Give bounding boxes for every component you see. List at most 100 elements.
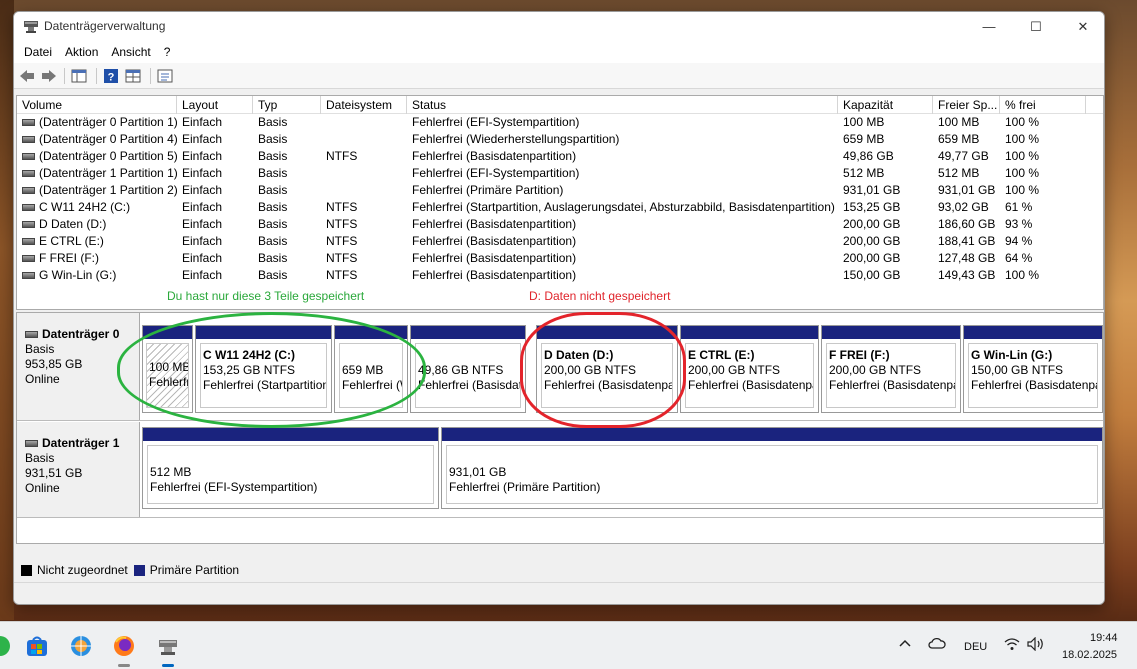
cell-dateisystem: NTFS <box>326 234 358 248</box>
column-freier-speicher[interactable]: Freier Sp... <box>933 96 1000 114</box>
menu-help[interactable]: ? <box>164 45 171 59</box>
volume-row[interactable]: (Datenträger 0 Partition 5) Einfach Basis N… <box>17 148 1103 165</box>
disk-icon <box>25 440 38 447</box>
column-typ[interactable]: Typ <box>253 96 321 114</box>
cell-typ: Basis <box>258 132 288 146</box>
column-dateisystem[interactable]: Dateisystem <box>321 96 407 114</box>
volume-row[interactable]: F FREI (F:) Einfach Basis NTFS Fehlerfrei (B… <box>17 250 1103 267</box>
volume-row[interactable]: (Datenträger 0 Partition 1) Einfach Basis F… <box>17 114 1103 131</box>
cell-status: Fehlerfrei (EFI-Systempartition) <box>412 115 580 129</box>
legend: Nicht zugeordnet Primäre Partition <box>16 560 1104 580</box>
cell-status: Fehlerfrei (Startpartition, Auslagerungs… <box>412 200 835 214</box>
volume-row[interactable]: (Datenträger 1 Partition 2) Einfach Basis F… <box>17 182 1103 199</box>
cell-dateisystem <box>321 131 407 148</box>
firefox-icon[interactable] <box>112 634 136 658</box>
menu-ansicht[interactable]: Ansicht <box>111 45 150 59</box>
show-hidden-icons-chevron-icon[interactable] <box>899 636 911 651</box>
svg-text:?: ? <box>108 72 115 84</box>
close-button[interactable]: ✕ <box>1060 12 1104 41</box>
cell-kapazitaet: 153,25 GB <box>843 200 901 214</box>
disk-1-state: Online <box>25 481 60 495</box>
partition-status: Fehlerfrei (EFI-Systempartition) <box>150 480 318 494</box>
cell-layout: Einfach <box>182 132 223 146</box>
volume-row[interactable]: G Win-Lin (G:) Einfach Basis NTFS Fehlerfrei… <box>17 267 1103 284</box>
disk-0-partition-e[interactable]: E CTRL (E:) 200,00 GB NTFS Fehlerfrei (B… <box>680 325 819 413</box>
disk-1-partition-2[interactable]: 931,01 GB Fehlerfrei (Primäre Partition) <box>441 427 1103 509</box>
back-button[interactable] <box>18 67 36 85</box>
cell-prozent-frei: 100 % <box>1005 115 1040 129</box>
disk-1-size: 931,51 GB <box>25 466 83 480</box>
cell-typ: Basis <box>258 115 288 129</box>
cell-volume: (Datenträger 0 Partition 1) <box>17 114 177 131</box>
cell-prozent-frei: 94 % <box>1005 234 1033 248</box>
cell-volume: (Datenträger 1 Partition 1) <box>17 165 177 182</box>
volume-name: (Datenträger 0 Partition 5) <box>39 149 177 163</box>
help-button[interactable]: ? <box>102 67 120 85</box>
cell-status: Fehlerfrei (Primäre Partition) <box>412 183 564 197</box>
clock-time[interactable]: 19:44 <box>1090 632 1118 644</box>
cell-typ: Basis <box>258 234 288 248</box>
disk-0-partition-g[interactable]: G Win-Lin (G:) 150,00 GB NTFS Fehlerfrei… <box>963 325 1103 413</box>
taskbar-green-icon[interactable] <box>0 634 12 658</box>
title-bar: Datenträgerverwaltung — ☐ ✕ <box>14 12 1104 41</box>
volume-row[interactable]: E CTRL (E:) Einfach Basis NTFS Fehlerfrei (B… <box>17 233 1103 250</box>
column-volume[interactable]: Volume <box>17 96 177 114</box>
list-view-button[interactable] <box>156 67 174 85</box>
menu-datei[interactable]: Datei <box>24 45 52 59</box>
menu-bar: Datei Aktion Ansicht ? <box>14 41 1104 63</box>
list-view-icon <box>157 69 173 83</box>
disk-1-partition-1[interactable]: 512 MB Fehlerfrei (EFI-Systempartition) <box>142 427 439 509</box>
cell-freier-speicher: 931,01 GB <box>938 183 996 197</box>
globe-app-icon[interactable] <box>69 634 93 658</box>
volume-row[interactable]: (Datenträger 1 Partition 1) Einfach Basis F… <box>17 165 1103 182</box>
onedrive-cloud-icon[interactable] <box>928 637 946 652</box>
cell-status: Fehlerfrei (EFI-Systempartition) <box>412 166 580 180</box>
cell-dateisystem <box>321 165 407 182</box>
language-indicator[interactable]: DEU <box>964 641 987 653</box>
minimize-button[interactable]: — <box>966 12 1012 41</box>
cell-prozent-frei: 61 % <box>1005 200 1033 214</box>
cell-typ: Basis <box>258 166 288 180</box>
volume-drive-icon <box>22 272 35 279</box>
column-prozent-frei[interactable]: % frei <box>1000 96 1086 114</box>
cell-kapazitaet: 200,00 GB <box>843 234 901 248</box>
cell-layout: Einfach <box>182 251 223 265</box>
partition-size: 931,01 GB <box>449 465 507 479</box>
volume-row[interactable]: D Daten (D:) Einfach Basis NTFS Fehlerfrei (… <box>17 216 1103 233</box>
disk-0-partition-f[interactable]: F FREI (F:) 200,00 GB NTFS Fehlerfrei (B… <box>821 325 961 413</box>
show-hide-tree-button[interactable] <box>70 67 88 85</box>
cell-layout: Einfach <box>182 217 223 231</box>
volume-name: E CTRL (E:) <box>39 234 104 248</box>
properties-button[interactable] <box>124 67 142 85</box>
volume-speaker-icon[interactable] <box>1027 636 1045 654</box>
properties-icon <box>125 69 141 83</box>
column-layout[interactable]: Layout <box>177 96 253 114</box>
volume-rows: (Datenträger 0 Partition 1) Einfach Basis F… <box>17 114 1103 284</box>
wifi-icon[interactable] <box>1004 637 1020 654</box>
maximize-button[interactable]: ☐ <box>1013 12 1059 41</box>
volume-name: D Daten (D:) <box>39 217 107 231</box>
cell-typ: Basis <box>258 268 288 282</box>
column-status[interactable]: Status <box>407 96 838 114</box>
partition-status: Fehlerfrei (Basisdatenpartition) <box>971 378 1097 392</box>
disk-management-taskbar-icon[interactable] <box>156 634 180 658</box>
disk-0-partition-5[interactable]: 49,86 GB NTFS Fehlerfrei (Basisdatenpart… <box>410 325 526 413</box>
cell-kapazitaet: 659 MB <box>843 132 885 146</box>
cell-status: Fehlerfrei (Basisdatenpartition) <box>412 149 577 163</box>
partition-size: 512 MB <box>150 465 192 479</box>
menu-aktion[interactable]: Aktion <box>65 45 98 59</box>
disk-1-info[interactable]: Datenträger 1 Basis 931,51 GB Online <box>17 422 140 517</box>
cell-status: Fehlerfrei (Basisdatenpartition) <box>412 217 577 231</box>
forward-button[interactable] <box>40 67 58 85</box>
cell-volume: D Daten (D:) <box>17 216 177 233</box>
store-icon[interactable] <box>25 634 49 658</box>
column-kapazitaet[interactable]: Kapazität <box>838 96 933 114</box>
volume-row[interactable]: C W11 24H2 (C:) Einfach Basis NTFS Fehlerfre… <box>17 199 1103 216</box>
volume-row[interactable]: (Datenträger 0 Partition 4) Einfach Basis F… <box>17 131 1103 148</box>
toolbar-separator <box>150 68 151 84</box>
cell-freier-speicher: 100 MB <box>938 115 980 129</box>
disk-1-name: Datenträger 1 <box>42 436 120 450</box>
clock-date[interactable]: 18.02.2025 <box>1062 649 1117 661</box>
partition-status: Fehlerfrei (Primäre Partition) <box>449 480 601 494</box>
volume-drive-icon <box>22 170 35 177</box>
